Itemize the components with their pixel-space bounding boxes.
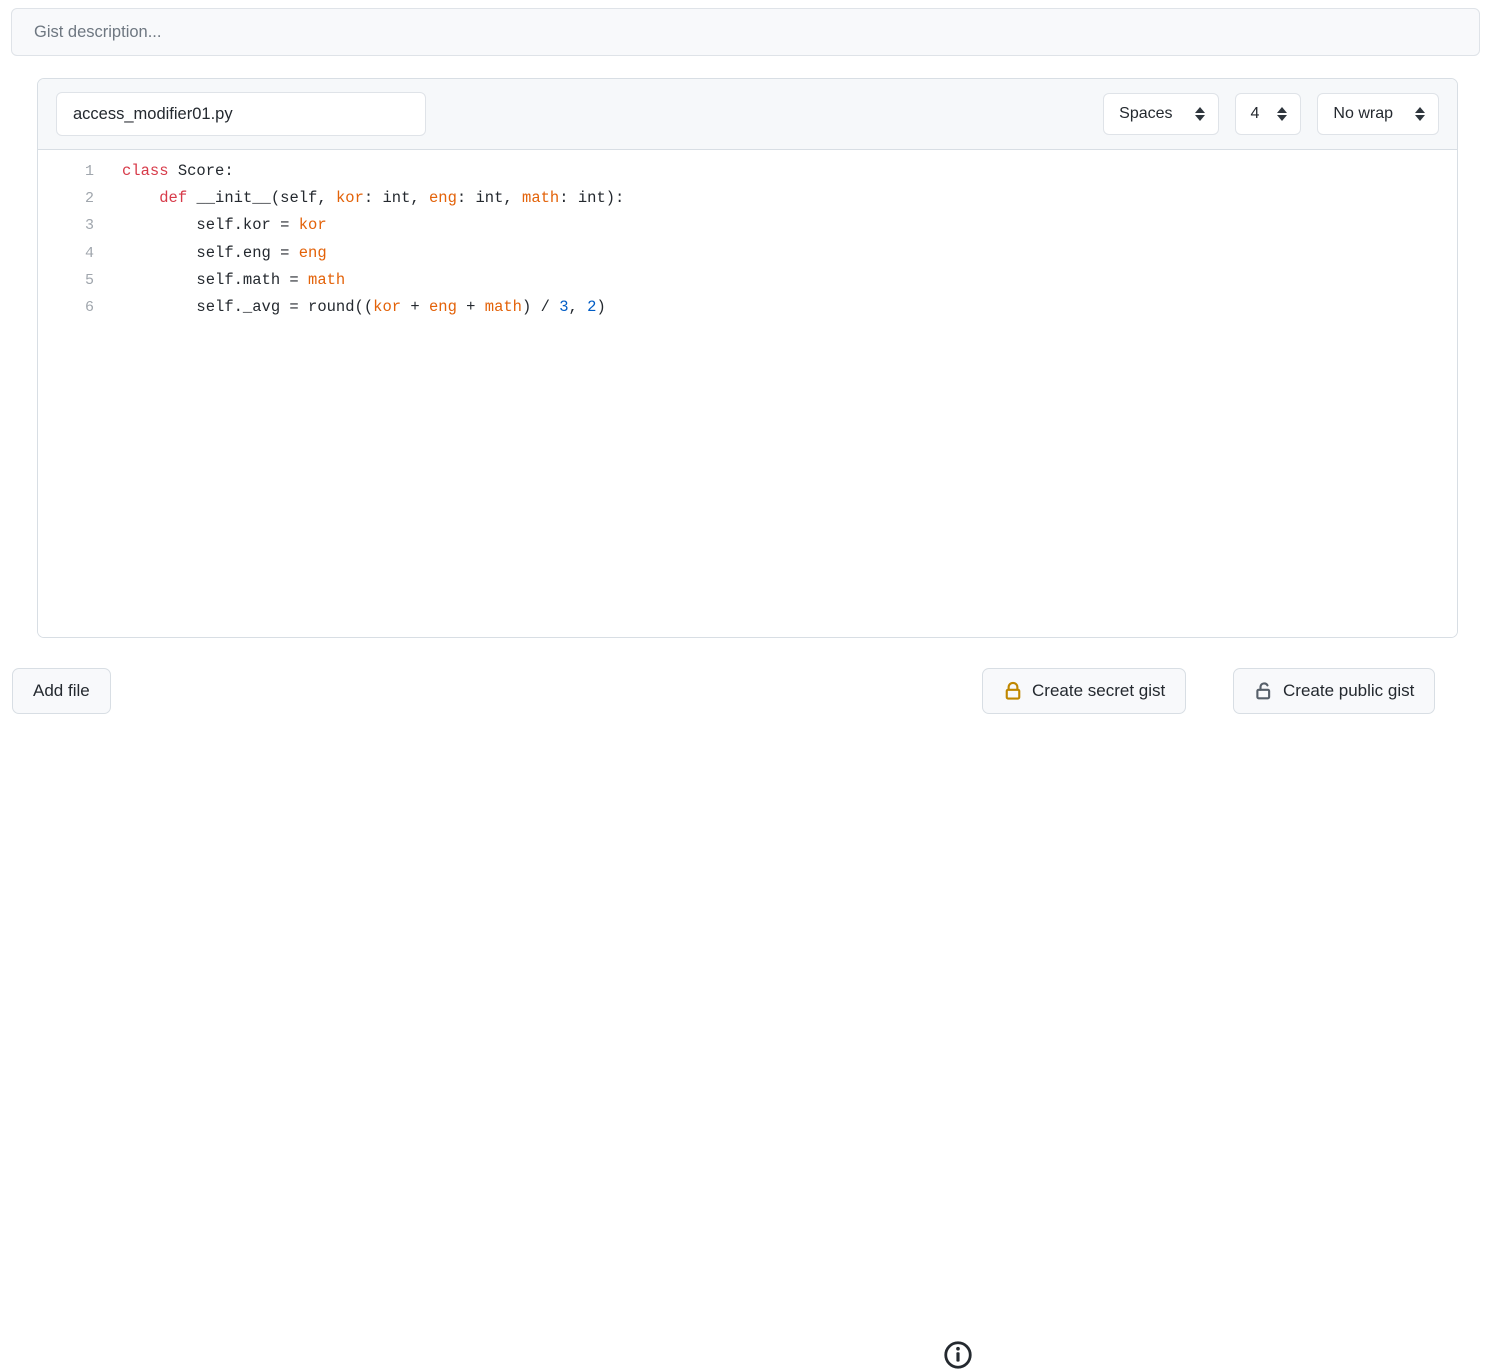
code-editor-area[interactable]: 1 2 3 4 5 6 class Score: def __init__(self, k… bbox=[38, 150, 1457, 637]
code-line: self._avg = round((kor + eng + math) / 3… bbox=[122, 297, 606, 316]
line-number: 2 bbox=[84, 190, 94, 208]
add-file-label: Add file bbox=[33, 681, 90, 700]
filename-input[interactable] bbox=[56, 92, 426, 136]
file-editor-toolbar: Spaces 4 No wrap bbox=[38, 79, 1457, 150]
code-line: self.kor = kor bbox=[122, 216, 327, 235]
info-icon[interactable] bbox=[944, 1341, 972, 1369]
gist-description-wrapper bbox=[11, 8, 1480, 56]
code-line: self.math = math bbox=[122, 270, 346, 289]
editor-settings-group: Spaces 4 No wrap bbox=[1103, 93, 1439, 135]
line-number: 4 bbox=[84, 244, 94, 262]
indent-mode-select[interactable]: Spaces bbox=[1103, 93, 1219, 135]
line-number: 3 bbox=[84, 217, 94, 235]
lock-closed-icon bbox=[1003, 681, 1023, 701]
line-number: 1 bbox=[84, 163, 94, 180]
wrap-mode-select[interactable]: No wrap bbox=[1317, 93, 1439, 135]
create-secret-gist-button[interactable]: Create secret gist bbox=[982, 668, 1187, 714]
indent-mode-value: Spaces bbox=[1119, 105, 1173, 122]
line-number: 6 bbox=[84, 299, 94, 317]
wrap-mode-value: No wrap bbox=[1333, 105, 1393, 122]
code-content[interactable]: class Score: def __init__(self, kor: int… bbox=[100, 158, 1457, 637]
select-chevron-updown-icon bbox=[1415, 107, 1425, 121]
create-secret-gist-label: Create secret gist bbox=[1032, 681, 1166, 700]
create-public-gist-button[interactable]: Create public gist bbox=[1233, 668, 1436, 714]
indent-size-select[interactable]: 4 bbox=[1234, 93, 1302, 135]
code-line: def __init__(self, kor: int, eng: int, m… bbox=[159, 189, 625, 208]
code-line: class Score: bbox=[122, 162, 234, 180]
add-file-button[interactable]: Add file bbox=[12, 668, 111, 714]
line-number-gutter: 1 2 3 4 5 6 bbox=[38, 158, 100, 637]
gist-description-input[interactable] bbox=[11, 8, 1480, 56]
lock-open-icon bbox=[1254, 681, 1274, 701]
create-public-gist-label: Create public gist bbox=[1283, 681, 1415, 700]
code-line: self.eng = eng bbox=[122, 243, 327, 262]
gist-footer-actions: Add file Create secret gist Create publi… bbox=[0, 664, 1490, 1369]
select-chevron-updown-icon bbox=[1194, 107, 1205, 121]
line-number: 5 bbox=[84, 271, 94, 289]
select-chevron-updown-icon bbox=[1277, 107, 1288, 121]
gist-file-editor-panel: Spaces 4 No wrap bbox=[37, 78, 1458, 638]
